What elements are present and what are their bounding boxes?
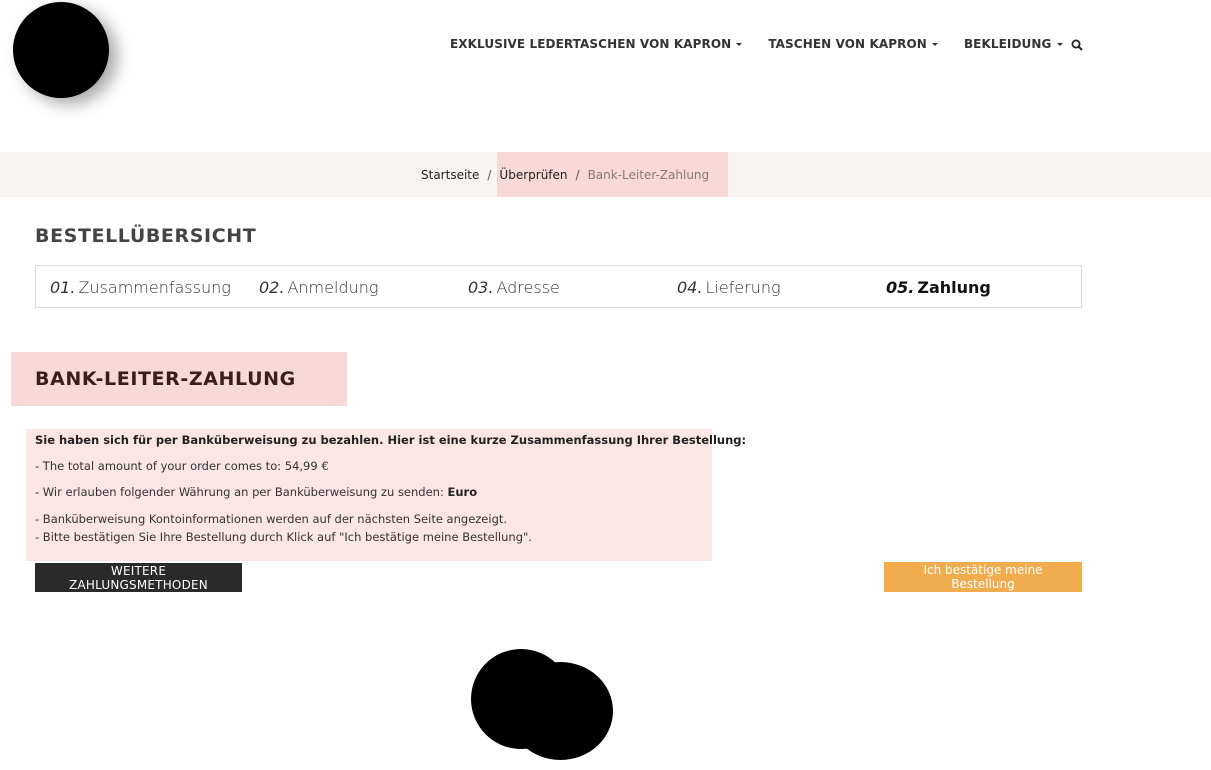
step-label: Lieferung — [705, 278, 781, 297]
step-number: 05. — [886, 278, 915, 297]
step-address[interactable]: 03. Adresse — [468, 278, 560, 297]
breadcrumb-separator: / — [487, 168, 492, 182]
step-label: Adresse — [496, 278, 560, 297]
step-payment[interactable]: 05. Zahlung — [886, 278, 991, 297]
breadcrumb: Startseite / Überprüfen / Bank-Leiter-Za… — [421, 168, 709, 182]
currency-line: - Wir erlauben folgender Währung an per … — [35, 485, 477, 499]
step-number: 03. — [468, 278, 494, 297]
step-label: Zahlung — [917, 278, 991, 297]
breadcrumb-current: Bank-Leiter-Zahlung — [587, 168, 710, 182]
nav-item-bekleidung[interactable]: BEKLEIDUNG — [964, 37, 1063, 51]
order-amount: - The total amount of your order comes t… — [35, 459, 329, 473]
step-label: Anmeldung — [287, 278, 379, 297]
caret-down-icon — [736, 42, 743, 46]
decorative-blob — [508, 662, 613, 760]
currency-prefix: - Wir erlauben folgender Währung an per … — [35, 485, 448, 499]
nav-item-label: BEKLEIDUNG — [963, 37, 1052, 51]
step-number: 02. — [259, 278, 285, 297]
nav-item-taschen[interactable]: TASCHEN VON KAPRON — [768, 37, 938, 51]
account-info: - Banküberweisung Kontoinformationen wer… — [35, 512, 508, 526]
main-nav: EXKLUSIVE LEDERTASCHEN VON KAPRON TASCHE… — [450, 37, 1089, 51]
page-title: BESTELLÜBERSICHT — [35, 225, 257, 247]
payment-intro: Sie haben sich für per Banküberweisung z… — [35, 433, 747, 447]
currency-value: Euro — [447, 485, 478, 499]
checkout-steps: 01. Zusammenfassung 02. Anmeldung 03. Adres… — [35, 265, 1082, 308]
step-label: Zusammenfassung — [78, 278, 231, 297]
step-number: 04. — [677, 278, 703, 297]
breadcrumb-separator: / — [575, 168, 580, 182]
step-summary[interactable]: 01. Zusammenfassung — [50, 278, 231, 297]
caret-down-icon — [1056, 42, 1063, 46]
nav-item-ledertaschen[interactable]: EXKLUSIVE LEDERTASCHEN VON KAPRON — [450, 37, 743, 51]
search-icon[interactable] — [1071, 39, 1083, 51]
step-login[interactable]: 02. Anmeldung — [259, 278, 378, 297]
breadcrumb-review-link[interactable]: Überprüfen — [499, 168, 567, 182]
nav-item-label: EXKLUSIVE LEDERTASCHEN VON KAPRON — [450, 37, 732, 51]
section-title: BANK-LEITER-ZAHLUNG — [35, 368, 296, 390]
nav-item-label: TASCHEN VON KAPRON — [768, 37, 927, 51]
breadcrumb-home-link[interactable]: Startseite — [421, 168, 479, 182]
step-number: 01. — [50, 278, 76, 297]
step-shipping[interactable]: 04. Lieferung — [677, 278, 781, 297]
confirm-hint: - Bitte bestätigen Sie Ihre Bestellung d… — [35, 530, 532, 544]
logo[interactable] — [13, 2, 109, 98]
confirm-order-button[interactable]: Ich bestätige meine Bestellung — [884, 562, 1082, 592]
more-payment-methods-button[interactable]: WEITERE ZAHLUNGSMETHODEN — [35, 563, 242, 592]
caret-down-icon — [931, 42, 938, 46]
